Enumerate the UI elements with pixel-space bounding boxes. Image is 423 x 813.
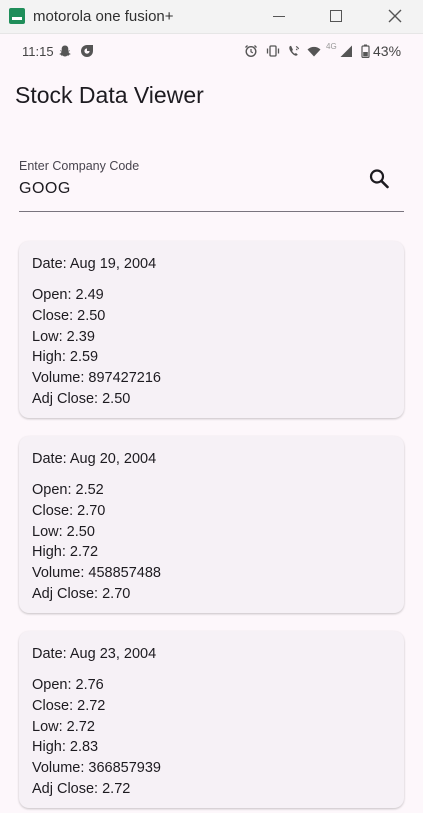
input-underline <box>19 211 404 212</box>
app-notification-icon <box>81 45 93 57</box>
snapchat-icon <box>59 45 71 57</box>
stock-record-card: Date: Aug 19, 2004 Open: 2.49 Close: 2.5… <box>19 241 404 418</box>
record-adj-close: Adj Close: 2.50 <box>32 390 131 407</box>
record-high: High: 2.83 <box>32 739 99 756</box>
status-bar: 11:15 4G 43% <box>0 35 423 67</box>
window-title: motorola one fusion+ <box>33 8 174 25</box>
record-open: Open: 2.49 <box>32 287 104 303</box>
stock-record-card: Date: Aug 20, 2004 Open: 2.52 Close: 2.7… <box>19 436 404 613</box>
wifi-icon <box>307 46 321 57</box>
record-adj-close: Adj Close: 2.70 <box>32 585 131 602</box>
record-volume: Volume: 458857488 <box>32 565 161 582</box>
record-open: Open: 2.76 <box>32 677 104 693</box>
alarm-icon <box>245 45 257 58</box>
app-icon <box>9 8 25 24</box>
record-low: Low: 2.72 <box>32 718 95 735</box>
record-volume: Volume: 897427216 <box>32 370 161 387</box>
record-adj-close: Adj Close: 2.72 <box>32 780 131 797</box>
minimize-button[interactable] <box>268 6 290 26</box>
company-code-input[interactable] <box>19 176 349 202</box>
page-title: Stock Data Viewer <box>15 82 204 108</box>
company-code-label: Enter Company Code <box>19 159 140 173</box>
record-high: High: 2.59 <box>32 349 99 366</box>
maximize-button[interactable] <box>325 6 347 26</box>
maximize-icon <box>330 10 342 22</box>
record-close: Close: 2.72 <box>32 697 106 714</box>
minimize-icon <box>273 16 285 17</box>
network-type: 4G <box>326 42 337 51</box>
search-button[interactable] <box>364 164 394 194</box>
stock-record-card: Date: Aug 23, 2004 Open: 2.76 Close: 2.7… <box>19 631 404 808</box>
window-title-bar: motorola one fusion+ <box>0 0 423 34</box>
record-close: Close: 2.70 <box>32 502 106 519</box>
record-low: Low: 2.50 <box>32 523 95 540</box>
record-volume: Volume: 366857939 <box>32 760 161 777</box>
cell-signal-icon <box>340 45 352 57</box>
record-low: Low: 2.39 <box>32 328 95 345</box>
battery-percent: 43% <box>373 43 402 59</box>
record-close: Close: 2.50 <box>32 307 106 324</box>
record-open: Open: 2.52 <box>32 482 104 498</box>
close-icon <box>388 9 402 23</box>
search-icon <box>369 169 389 189</box>
wifi-calling-icon <box>289 45 300 56</box>
vibrate-icon <box>266 45 280 57</box>
battery-icon <box>361 44 370 58</box>
status-time: 11:15 <box>22 44 54 59</box>
record-high: High: 2.72 <box>32 544 99 561</box>
record-date: Date: Aug 20, 2004 <box>32 451 157 467</box>
close-button[interactable] <box>384 6 406 26</box>
record-date: Date: Aug 19, 2004 <box>32 256 157 272</box>
record-date: Date: Aug 23, 2004 <box>32 646 157 662</box>
